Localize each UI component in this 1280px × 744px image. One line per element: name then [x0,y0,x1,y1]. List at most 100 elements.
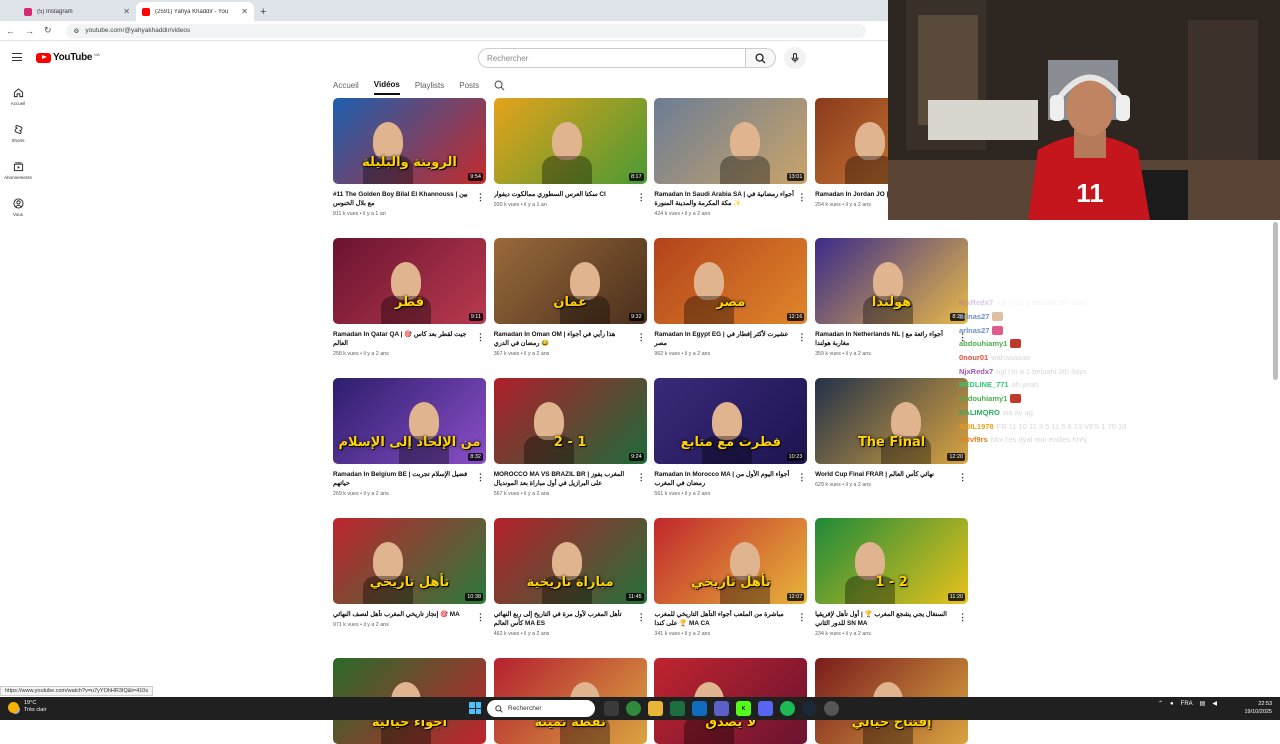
video-thumbnail[interactable]: تأهل تاريخي 10:38 [333,518,486,604]
tab-accueil[interactable]: Accueil [333,75,359,95]
outlook-icon[interactable] [692,701,707,716]
guide-item-vous[interactable]: Vous [0,189,36,226]
video-card[interactable]: The Final 12:20 World Cup Final FRAR | نها… [815,378,969,488]
video-title[interactable]: Ramadan In Egypt EG | عشيرت لأكثر إفطار … [654,330,794,348]
guide-item-abonnements[interactable]: Abonnements [0,152,36,189]
video-card[interactable]: تأهل تاريخي 10:38 إنجاز تاريخي المغرب تأهل… [333,518,486,628]
url-field[interactable]: ⚙ youtube.com/@yahyakhaddir/videos [65,23,866,38]
video-card[interactable]: 2 - 1 9:24 MOROCCO MA VS BRAZIL BR | المغر… [493,378,647,497]
discord-icon[interactable] [758,701,773,716]
video-card[interactable]: عمان 9:32 Ramadan In Oman OM | هذا رأيي في… [493,238,647,357]
youtube-logo[interactable]: YouTube MA [36,52,100,63]
video-thumbnail[interactable]: 13:01 [654,98,808,184]
video-title[interactable]: سكتا العرس السطوري ممالكوت ديفوار CI [494,190,634,199]
video-card[interactable]: تأهل تاريخي 12:07 مباشرة من الملعب أجواء ا… [654,518,808,637]
tray-chevron-icon[interactable]: ⌃ [1158,700,1163,707]
spotify-icon[interactable] [780,701,795,716]
back-icon[interactable]: ← [6,26,15,36]
obs-icon[interactable] [824,701,839,716]
excel-icon[interactable] [670,701,685,716]
video-card[interactable]: فطرت مع متابع 10:23 Ramadan In Morocco MA … [654,378,808,497]
menu-icon[interactable] [12,53,22,61]
tab-videos[interactable]: Vidéos [373,75,400,95]
video-thumbnail[interactable]: مصر 12:16 [654,238,808,324]
video-thumbnail[interactable]: هولندا 8:28 [815,238,969,324]
reload-icon[interactable]: ↻ [44,25,52,36]
tab-youtube[interactable]: (2591) Yahya Khaddir - You ✕ [136,2,254,21]
tab-playlists[interactable]: Playlists [415,75,444,95]
video-card[interactable]: هولندا 8:28 Ramadan In Netherlands NL | أج… [815,238,969,357]
video-title[interactable]: #11 The Golden Boy Bilal El Khannouss | … [333,190,473,208]
video-title[interactable]: Ramadan In Netherlands NL | أجواء رائعة … [815,330,955,348]
microphone-tray-icon[interactable]: ● [1170,701,1174,707]
guide-item-accueil[interactable]: Accueil [0,78,36,115]
video-title[interactable]: Ramadan In Saudi Arabia SA | أجواء رمضان… [654,190,794,208]
video-card[interactable]: الروينة والبليلة 9:54 #11 The Golden Boy B… [333,98,486,217]
video-thumbnail[interactable]: من الإلحاد إلى الإسلام 8:32 [333,378,486,464]
search-input[interactable]: Rechercher [478,48,746,68]
video-card[interactable]: 1 - 2 11:20 السنغال يجي يشجع المغرب 🏆 | أو… [815,518,969,637]
video-card[interactable]: 8:17 سكتا العرس السطوري ممالكوت ديفوار CI… [493,98,647,208]
weather-widget[interactable]: 19°C Très clair [8,700,46,714]
file-explorer-icon[interactable] [648,701,663,716]
video-title[interactable]: مباشرة من الملعب أجواء التأهل التاريخي ل… [654,610,794,628]
more-options-icon[interactable]: ⋮ [637,612,646,623]
site-info-icon[interactable]: ⚙ [74,27,80,35]
tab-instagram[interactable]: (5) Instagram ✕ [18,2,136,21]
more-options-icon[interactable]: ⋮ [476,472,485,483]
video-card[interactable]: مصر 12:16 Ramadan In Egypt EG | عشيرت لأكث… [654,238,808,357]
page-scrollbar[interactable] [1273,222,1278,380]
forward-icon[interactable]: → [25,26,34,36]
close-icon[interactable]: ✕ [123,7,130,16]
network-icon[interactable]: ▤ [1200,700,1206,707]
video-card[interactable]: قطر 9:11 Ramadan In Qatar QA | 🎯 جيت لقطر … [333,238,486,357]
tab-posts[interactable]: Posts [459,75,479,95]
chrome-icon[interactable] [626,701,641,716]
video-thumbnail[interactable]: تأهل تاريخي 12:07 [654,518,808,604]
video-thumbnail[interactable]: 8:17 [493,98,647,184]
more-options-icon[interactable]: ⋮ [476,332,485,343]
video-title[interactable]: Ramadan In Belgium BE | فضيل الإسلام تجر… [333,470,473,488]
more-options-icon[interactable]: ⋮ [476,612,485,623]
more-options-icon[interactable]: ⋮ [797,192,806,203]
more-options-icon[interactable]: ⋮ [637,472,646,483]
task-view-icon[interactable] [604,701,619,716]
windows-start-icon[interactable] [469,702,481,714]
video-thumbnail[interactable]: الروينة والبليلة 9:54 [333,98,486,184]
video-thumbnail[interactable]: عمان 9:32 [493,238,647,324]
video-title[interactable]: Ramadan In Qatar QA | 🎯 جيت لقطر بعد كاس… [333,330,473,348]
video-title[interactable]: إنجاز تاريخي المغرب تأهل لنصف النهائي 🎯 … [333,610,473,619]
close-icon[interactable]: ✕ [241,7,248,16]
video-title[interactable]: Ramadan In Morocco MA | أجواء اليوم الأو… [654,470,794,488]
more-options-icon[interactable]: ⋮ [637,192,646,203]
more-options-icon[interactable]: ⋮ [476,192,485,203]
video-card[interactable]: من الإلحاد إلى الإسلام 8:32 Ramadan In Bel… [333,378,486,497]
streaming-app-icon[interactable]: K [736,701,751,716]
more-options-icon[interactable]: ⋮ [797,472,806,483]
guide-item-shorts[interactable]: Shorts [0,115,36,152]
video-card[interactable]: 13:01 Ramadan In Saudi Arabia SA | أجواء … [654,98,808,217]
more-options-icon[interactable]: ⋮ [958,472,967,483]
voice-search-button[interactable] [784,47,806,69]
more-options-icon[interactable]: ⋮ [797,332,806,343]
video-title[interactable]: Ramadan In Oman OM | هذا رأيي في أجواء ر… [494,330,634,348]
more-options-icon[interactable]: ⋮ [958,612,967,623]
video-title[interactable]: تأهل المغرب لأول مرة في التاريخ إلى ربع … [494,610,634,628]
new-tab-button[interactable]: + [260,6,266,18]
steam-icon[interactable] [802,701,817,716]
more-options-icon[interactable]: ⋮ [797,612,806,623]
video-card[interactable]: مباراة تاريخية 11:45 تأهل المغرب لأول مرة … [493,518,647,637]
taskbar-search[interactable]: Rechercher [487,700,595,717]
video-thumbnail[interactable]: فطرت مع متابع 10:23 [654,378,808,464]
teams-icon[interactable] [714,701,729,716]
video-title[interactable]: MOROCCO MA VS BRAZIL BR | المغرب يفوز عل… [494,470,634,488]
video-thumbnail[interactable]: 2 - 1 9:24 [493,378,647,464]
video-thumbnail[interactable]: مباراة تاريخية 11:45 [493,518,647,604]
video-title[interactable]: World Cup Final FRAR | نهائي كأس العالم [815,470,955,479]
video-title[interactable]: السنغال يجي يشجع المغرب 🏆 | أول تأهل لإف… [815,610,955,628]
language-indicator[interactable]: FRA [1181,701,1193,707]
channel-search-icon[interactable] [494,80,505,91]
search-button[interactable] [746,48,776,68]
system-clock[interactable]: 22:53 19/10/2025 [1236,700,1272,716]
volume-icon[interactable]: ◀ [1212,700,1217,707]
